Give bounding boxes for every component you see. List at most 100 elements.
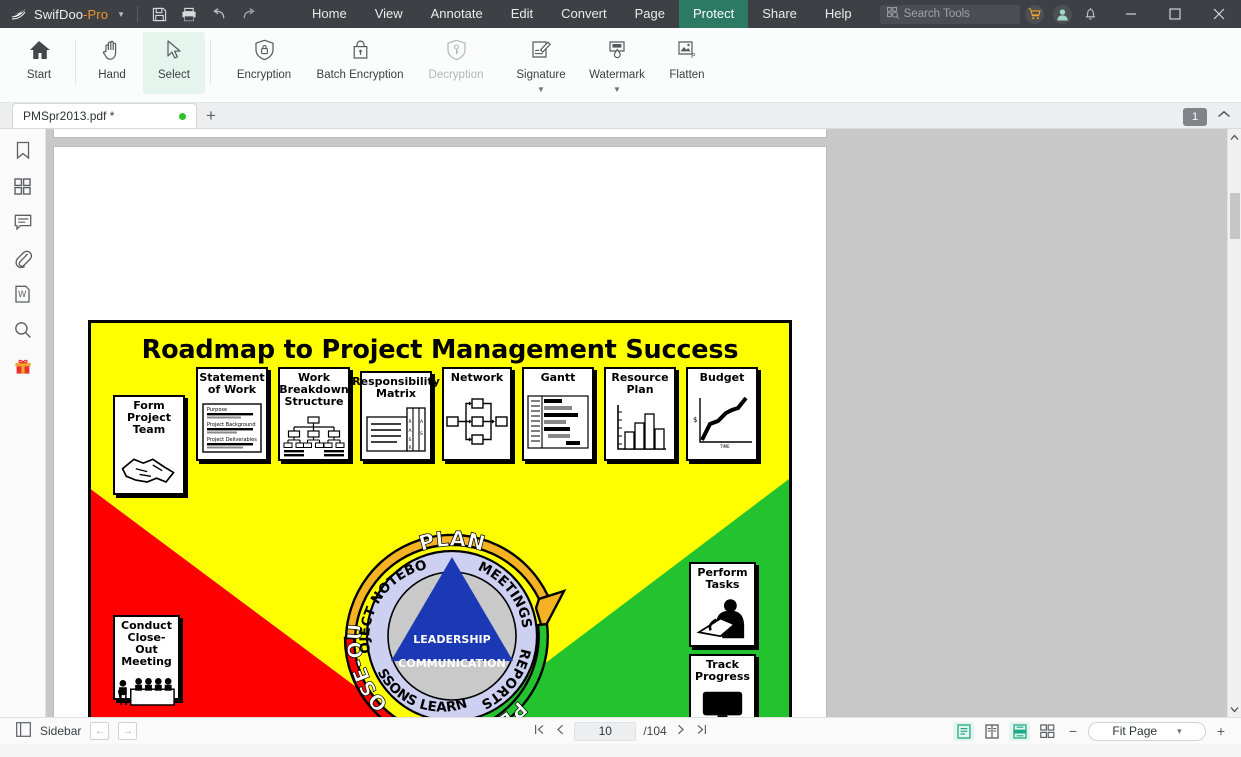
ribbon-signature-label: Signature xyxy=(516,69,565,81)
print-icon[interactable] xyxy=(174,1,204,27)
shield-lock-icon xyxy=(254,39,275,64)
main-area: W Roadmap to Project Management Success … xyxy=(0,129,1241,717)
unsaved-indicator-dot xyxy=(179,113,186,120)
shield-key-icon xyxy=(446,39,467,64)
pdf-page: Roadmap to Project Management Success Fo… xyxy=(54,147,826,717)
search-placeholder: Search Tools xyxy=(904,8,970,20)
svg-text:TIME: TIME xyxy=(719,444,730,449)
cart-icon[interactable] xyxy=(1025,5,1044,24)
continuous-scroll-icon[interactable] xyxy=(1009,722,1030,741)
attachments-icon[interactable] xyxy=(10,247,36,269)
wheel-label-leadership: LEADERSHIP xyxy=(413,633,490,646)
line-chart-graphic: $TIME xyxy=(688,385,756,459)
vertical-scrollbar[interactable] xyxy=(1227,129,1241,717)
chevron-up-icon[interactable] xyxy=(1217,106,1231,124)
gantt-bars-graphic xyxy=(524,385,592,459)
menu-item-help[interactable]: Help xyxy=(811,0,866,28)
divider xyxy=(75,40,76,84)
home-icon xyxy=(27,39,51,64)
svg-text:Project Deliverables: Project Deliverables xyxy=(207,437,257,443)
ribbon-flatten-button[interactable]: P Flatten xyxy=(656,32,718,94)
undo-icon[interactable] xyxy=(204,1,234,27)
comments-icon[interactable] xyxy=(10,211,36,233)
grid-view-icon[interactable] xyxy=(1037,722,1058,741)
scroll-up-arrow[interactable] xyxy=(1228,129,1241,145)
total-pages-label: /104 xyxy=(643,724,666,738)
card-title: Track Progress xyxy=(691,656,754,684)
ribbon-watermark-button[interactable]: Watermark ▼ xyxy=(578,32,656,94)
ribbon-start-button[interactable]: Start xyxy=(8,32,70,94)
project-lifecycle-wheel: PLAN IMPLEMENT CLOSE-OUT PROJECT NOTEBOO… xyxy=(307,491,597,717)
ribbon-hand-button[interactable]: Hand xyxy=(81,32,143,94)
menu-item-annotate[interactable]: Annotate xyxy=(417,0,497,28)
search-input[interactable]: Search Tools xyxy=(880,5,1020,24)
card-network: Network xyxy=(442,367,512,461)
close-button[interactable] xyxy=(1197,0,1241,28)
wheel-label-communication: COMMUNICATION xyxy=(398,657,505,670)
ribbon-select-label: Select xyxy=(158,69,190,81)
card-perform-tasks: Perform Tasks xyxy=(689,562,756,647)
menu-item-home[interactable]: Home xyxy=(298,0,361,28)
menu-item-view[interactable]: View xyxy=(361,0,417,28)
single-page-view-icon[interactable] xyxy=(953,722,974,741)
document-tab-strip: PMSpr2013.pdf * + 1 xyxy=(0,103,1241,129)
scroll-down-arrow[interactable] xyxy=(1228,701,1241,717)
zoom-in-button[interactable]: + xyxy=(1213,723,1229,739)
card-resource-plan: Resource Plan xyxy=(604,367,676,461)
maximize-button[interactable] xyxy=(1153,0,1197,28)
document-tab[interactable]: PMSpr2013.pdf * xyxy=(12,103,197,128)
two-page-view-icon[interactable] xyxy=(981,722,1002,741)
scrollbar-thumb[interactable] xyxy=(1230,193,1240,239)
word-export-icon[interactable]: W xyxy=(10,283,36,305)
account-icon[interactable] xyxy=(1053,5,1072,24)
ribbon-encryption-button[interactable]: Encryption xyxy=(216,32,312,94)
chevron-down-icon[interactable]: ▼ xyxy=(117,10,125,19)
document-lines-graphic: PurposeProject BackgroundProject Deliver… xyxy=(198,397,266,459)
new-tab-button[interactable]: + xyxy=(197,103,225,128)
zoom-out-button[interactable]: − xyxy=(1065,723,1081,739)
zoom-level-select[interactable]: Fit Page ▾ xyxy=(1088,722,1206,741)
previous-page-button[interactable] xyxy=(553,724,567,738)
svg-text:R: R xyxy=(409,419,412,425)
chevron-down-icon[interactable]: ▼ xyxy=(537,87,545,92)
page-number-input[interactable]: 10 xyxy=(574,722,636,741)
menu-item-convert[interactable]: Convert xyxy=(547,0,621,28)
card-title: Perform Tasks xyxy=(691,564,754,592)
pdf-viewport[interactable]: Roadmap to Project Management Success Fo… xyxy=(46,129,1227,717)
svg-text:S: S xyxy=(409,437,412,443)
app-brand[interactable]: SwifDoo-Pro ▼ xyxy=(0,6,131,22)
redo-icon[interactable] xyxy=(234,1,264,27)
card-form-project-team: Form Project Team xyxy=(113,395,185,495)
signature-icon xyxy=(530,39,553,64)
search-icon[interactable] xyxy=(10,319,36,341)
menu-item-edit[interactable]: Edit xyxy=(497,0,547,28)
network-nodes-graphic xyxy=(444,385,510,459)
bell-icon[interactable] xyxy=(1081,5,1100,24)
window-count-badge[interactable]: 1 xyxy=(1183,108,1207,126)
document-tab-title: PMSpr2013.pdf * xyxy=(23,109,114,123)
bookmark-icon[interactable] xyxy=(10,139,36,161)
ribbon-hand-label: Hand xyxy=(98,69,126,81)
first-page-button[interactable] xyxy=(532,724,546,738)
ribbon-signature-button[interactable]: Signature ▼ xyxy=(504,32,578,94)
pdf-scroll-content: Roadmap to Project Management Success Fo… xyxy=(46,129,1227,717)
card-title: Work Breakdown Structure xyxy=(277,369,350,409)
ribbon-select-button[interactable]: Select xyxy=(143,32,205,94)
menu-item-page[interactable]: Page xyxy=(621,0,679,28)
svg-text:R: R xyxy=(409,445,412,451)
next-page-button[interactable] xyxy=(674,724,688,738)
svg-text:Project Background: Project Background xyxy=(207,422,256,428)
thumbnails-icon[interactable] xyxy=(10,175,36,197)
ribbon-decryption-label: Decryption xyxy=(429,69,484,81)
ribbon-batch-encryption-button[interactable]: Batch Encryption xyxy=(312,32,408,94)
menu-item-protect[interactable]: Protect xyxy=(679,0,748,28)
ribbon-decryption-button[interactable]: Decryption xyxy=(408,32,504,94)
ribbon-watermark-label: Watermark xyxy=(589,69,645,81)
chevron-down-icon[interactable]: ▼ xyxy=(613,87,621,92)
gift-icon[interactable] xyxy=(10,355,36,377)
svg-text:S: S xyxy=(420,431,423,437)
last-page-button[interactable] xyxy=(695,724,709,738)
minimize-button[interactable] xyxy=(1109,0,1153,28)
menu-item-share[interactable]: Share xyxy=(748,0,811,28)
save-icon[interactable] xyxy=(144,1,174,27)
